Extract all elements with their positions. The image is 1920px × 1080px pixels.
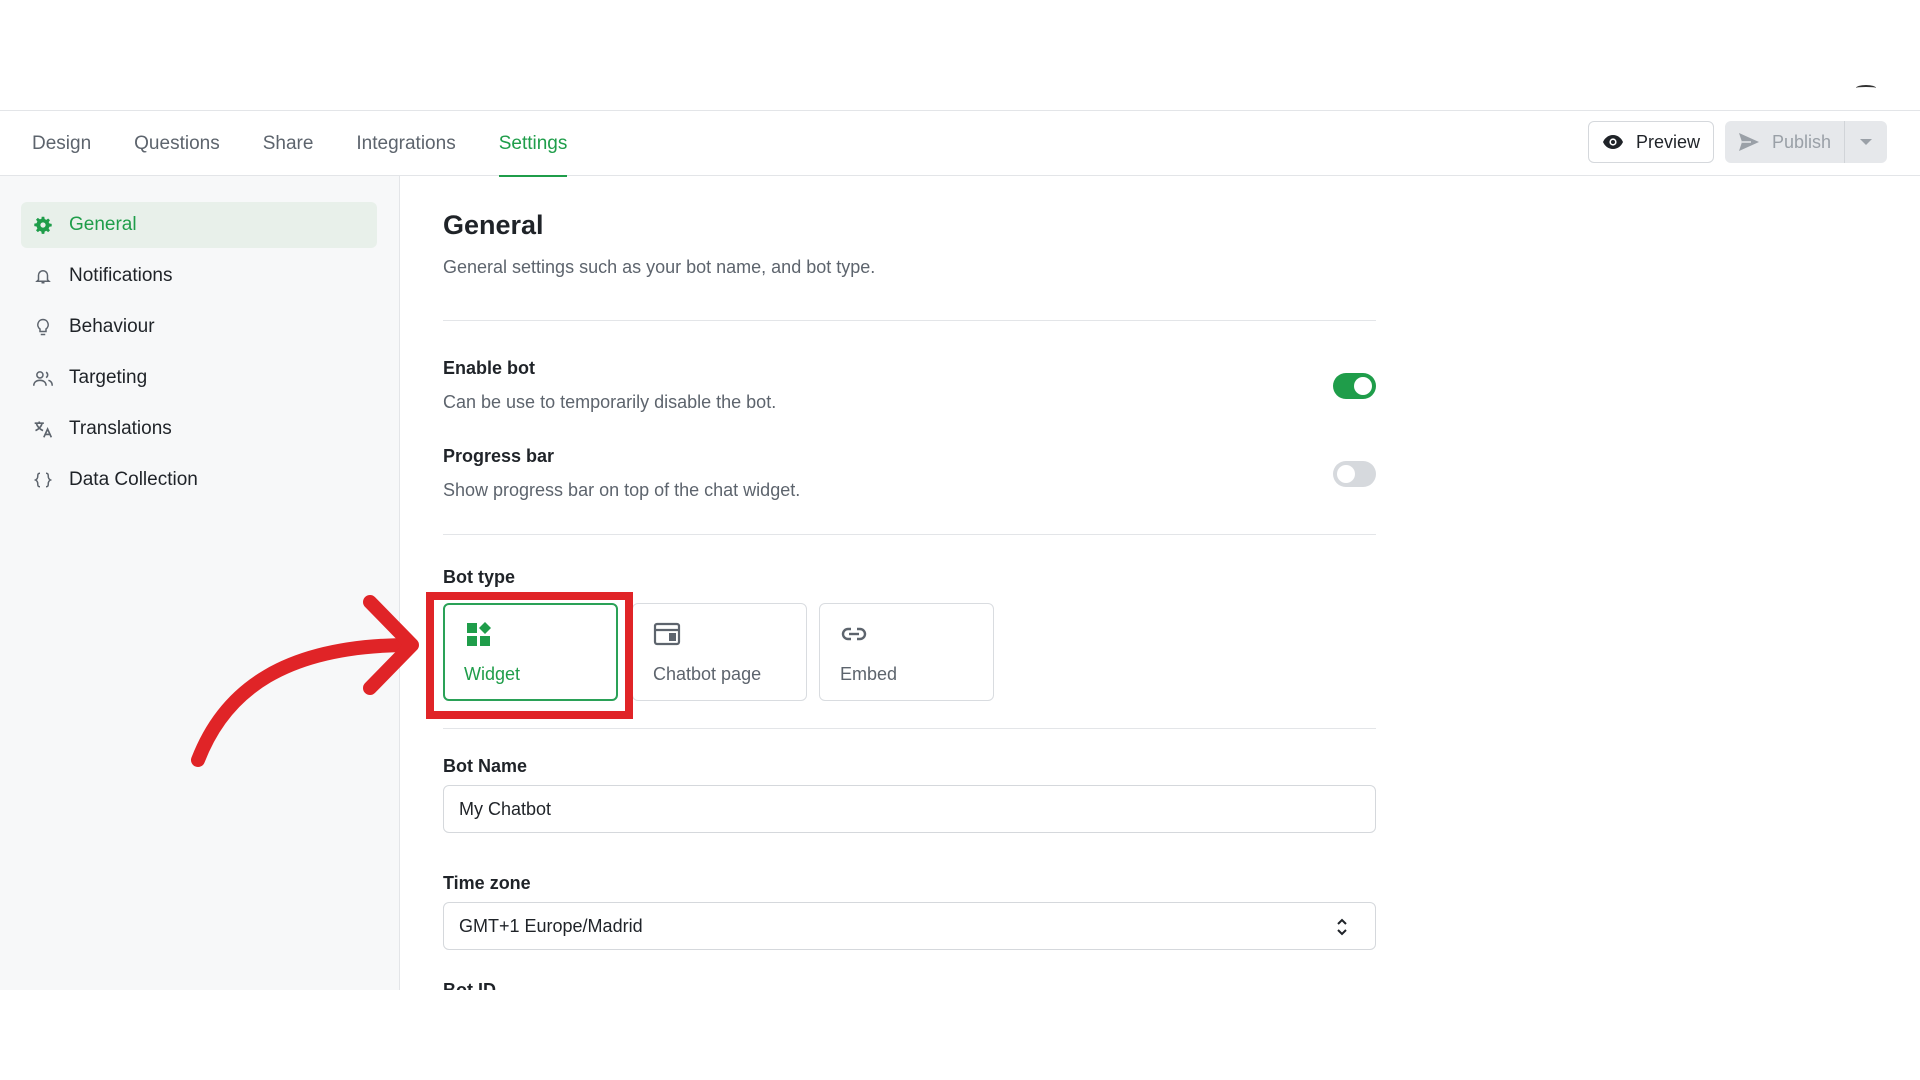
publish-options-button[interactable] — [1845, 121, 1887, 163]
page-title: General — [443, 210, 544, 240]
sidebar-item-label: General — [69, 214, 137, 235]
progress-bar-toggle[interactable] — [1333, 461, 1376, 487]
progress-bar-description: Show progress bar on top of the chat wid… — [443, 480, 801, 500]
browser-window-icon — [653, 622, 681, 646]
tab-settings[interactable]: Settings — [498, 111, 567, 177]
select-arrows-icon — [1337, 918, 1347, 936]
page-subtitle: General settings such as your bot name, … — [443, 257, 876, 277]
send-icon — [1738, 133, 1759, 151]
users-icon — [33, 368, 53, 388]
gear-icon — [33, 215, 53, 235]
braces-icon — [33, 470, 53, 490]
chevron-down-icon — [1860, 139, 1872, 145]
bot-name-input[interactable]: My Chatbot — [443, 785, 1376, 833]
preview-button[interactable]: Preview — [1588, 121, 1714, 163]
sidebar-item-translations[interactable]: Translations — [21, 406, 377, 452]
time-zone-select[interactable]: GMT+1 Europe/Madrid — [443, 902, 1376, 950]
settings-sidebar: General Notifications Behaviour Targetin… — [0, 176, 400, 990]
link-icon — [841, 627, 867, 641]
progress-bar-label: Progress bar — [443, 446, 555, 466]
tab-share[interactable]: Share — [263, 111, 314, 176]
divider — [443, 320, 1376, 321]
bot-name-label: Bot Name — [443, 756, 528, 776]
toggle-knob — [1354, 377, 1372, 395]
eye-icon — [1602, 135, 1623, 149]
divider — [443, 728, 1376, 729]
bot-type-chatbot-page-option[interactable]: Chatbot page — [632, 603, 807, 701]
bot-type-label-text: Chatbot page — [653, 664, 762, 684]
publish-group: Publish — [1725, 121, 1887, 163]
annotation-arrow-icon — [191, 595, 419, 767]
preview-label: Preview — [1635, 131, 1701, 152]
tab-design[interactable]: Design — [32, 111, 91, 176]
publish-label: Publish — [1771, 131, 1832, 152]
time-zone-value: GMT+1 Europe/Madrid — [459, 915, 643, 936]
top-header — [0, 0, 1920, 111]
sidebar-item-label: Targeting — [69, 367, 148, 388]
sidebar-item-label: Notifications — [69, 265, 173, 286]
sidebar-item-general[interactable]: General — [21, 202, 377, 248]
bot-type-label: Bot type — [443, 567, 515, 587]
sidebar-item-label: Data Collection — [69, 469, 198, 490]
tab-questions[interactable]: Questions — [134, 111, 220, 176]
sidebar-item-targeting[interactable]: Targeting — [21, 355, 377, 401]
tabs: Design Questions Share Integrations Sett… — [32, 111, 567, 177]
toggle-knob — [1337, 465, 1355, 483]
sidebar-item-behaviour[interactable]: Behaviour — [21, 304, 377, 350]
enable-bot-toggle[interactable] — [1333, 373, 1376, 399]
divider — [443, 534, 1376, 535]
bell-icon — [33, 266, 53, 286]
highlight-box — [426, 592, 633, 719]
sidebar-item-label: Translations — [69, 418, 172, 439]
tab-integrations[interactable]: Integrations — [356, 111, 455, 176]
enable-bot-label: Enable bot — [443, 358, 536, 378]
avatar[interactable] — [1856, 85, 1876, 91]
bottom-blank — [0, 990, 1920, 1080]
lightbulb-icon — [33, 317, 53, 337]
bot-type-label-text: Embed — [840, 664, 898, 684]
sidebar-item-notifications[interactable]: Notifications — [21, 253, 377, 299]
publish-button[interactable]: Publish — [1725, 121, 1845, 163]
time-zone-label: Time zone — [443, 873, 531, 893]
bot-type-embed-option[interactable]: Embed — [819, 603, 994, 701]
bot-id-label: Bot ID — [443, 980, 496, 990]
sidebar-item-data-collection[interactable]: Data Collection — [21, 457, 377, 503]
enable-bot-description: Can be use to temporarily disable the bo… — [443, 392, 777, 412]
sidebar-item-label: Behaviour — [69, 316, 155, 337]
translate-icon — [33, 419, 53, 439]
